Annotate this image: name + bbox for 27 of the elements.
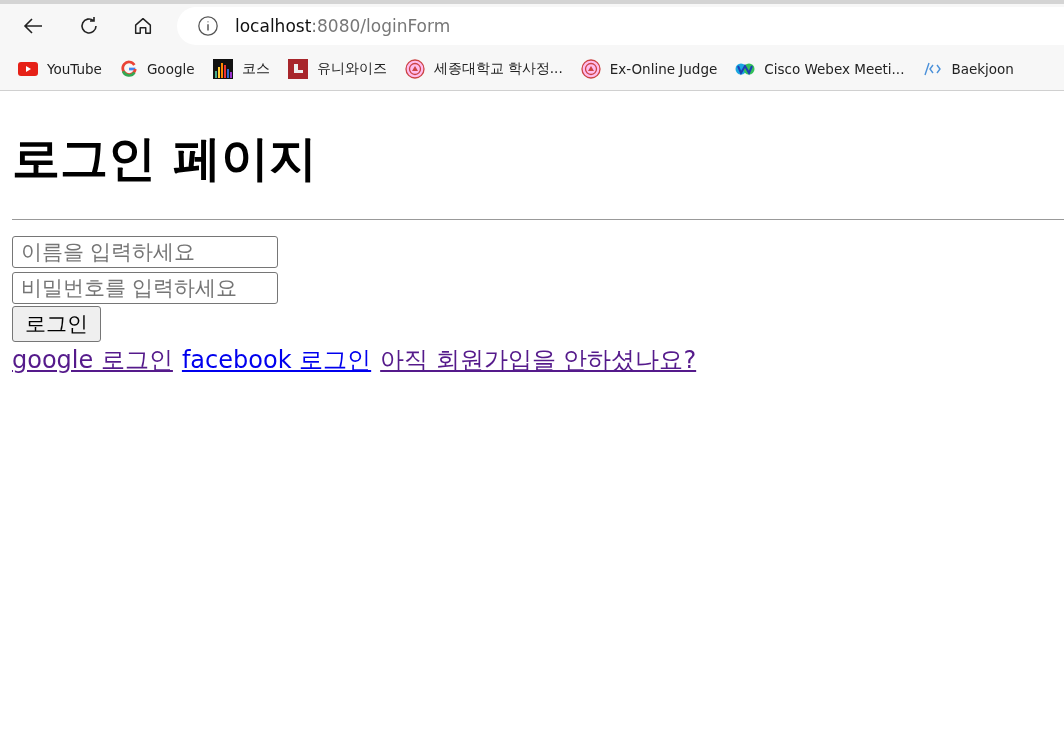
play-icon [18,62,38,76]
webex-icon [735,61,756,77]
info-icon[interactable] [197,15,219,37]
bookmark[interactable]: Ex-Online Judge [580,59,718,79]
url-path: :8080/loginForm [311,16,451,36]
bookmark[interactable]: 유니와이즈 [287,59,387,79]
code-icon [922,62,943,76]
address-bar[interactable]: localhost:8080/loginForm [177,7,1064,45]
bookmark[interactable]: Cisco Webex Meeti... [735,61,905,77]
login-button[interactable]: 로그인 [12,306,101,342]
bookmark[interactable]: 코스 [212,59,270,79]
page-heading: 로그인 페이지 [12,129,318,188]
bookmark[interactable]: YouTube [18,61,102,77]
bookmark[interactable]: Baekjoon [922,61,1014,77]
bookmark[interactable]: 세종대학교 학사정... [404,59,563,79]
bookmark[interactable]: Google [119,60,195,78]
seal-icon [580,59,601,79]
input-field[interactable]: 이름을 입력하세요 [12,236,278,268]
link[interactable]: facebook 로그인 [181,344,372,376]
url-host: localhost [235,16,312,36]
home-icon[interactable] [132,15,154,37]
bar-chart-icon [212,59,233,79]
link[interactable]: 아직 회원가입을 안하셨나요? [380,344,697,376]
link[interactable]: google 로그인 [12,344,173,376]
g-letter-icon [119,60,138,78]
input-field[interactable]: 비밀번호를 입력하세요 [12,272,278,304]
seal-icon [404,59,425,79]
